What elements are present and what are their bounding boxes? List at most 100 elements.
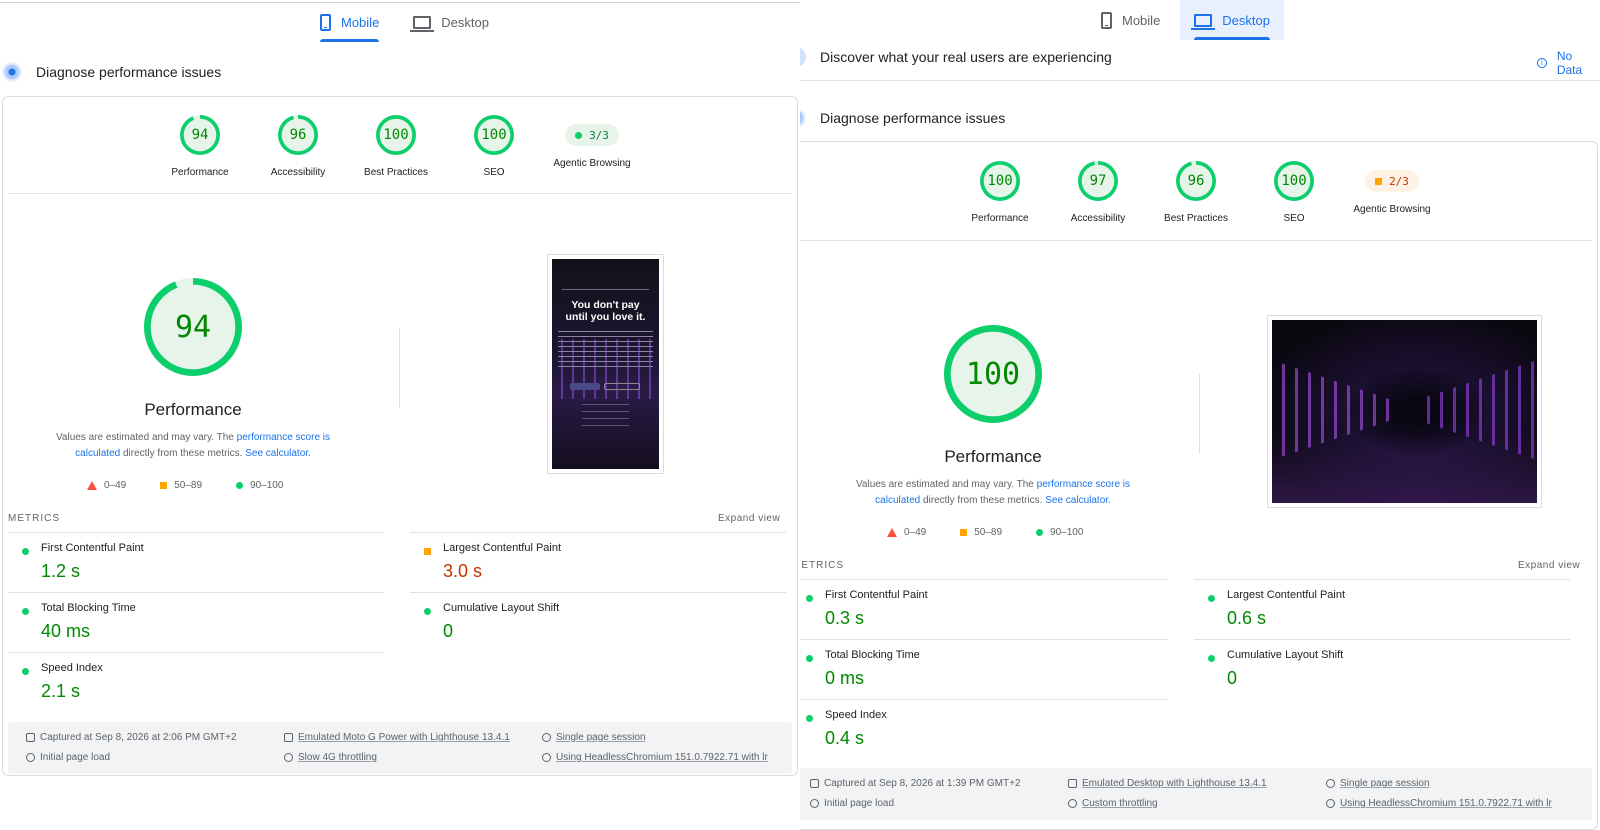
device-tabs: Mobile Desktop [306,2,503,42]
expand-view-toggle[interactable]: Expand view [1518,560,1580,571]
legend-text: 50–89 [174,480,203,491]
footer-session[interactable]: Single page session [1326,778,1430,789]
session-icon [542,733,551,742]
footer-link[interactable]: Custom throttling [1082,798,1158,809]
gauge-label: Accessibility [270,167,326,178]
metrics-header: METRICS [8,513,60,524]
footer-link[interactable]: Emulated Moto G Power with Lighthouse 13… [298,732,510,743]
desc-text: directly from these metrics. [120,448,246,459]
divider [399,328,400,408]
good-circle-icon [236,482,244,489]
desc-text: directly from these metrics. [920,495,1046,506]
good-circle-icon [1208,655,1215,662]
gauge-seo[interactable]: 100 SEO [445,115,543,178]
legend-average: 50–89 [160,480,202,491]
metric-label: Speed Index [825,709,887,721]
score-ring: 94 [180,115,220,155]
gauge-agentic-browsing[interactable]: 3/3 Agentic Browsing [543,115,641,178]
footer-link[interactable]: Single page session [556,732,646,743]
legend-poor: 0–49 [87,480,126,491]
crux-icon [800,47,806,67]
metric-speed-index: Speed Index 0.4 s [800,699,1168,757]
metric-label: Cumulative Layout Shift [443,602,560,614]
performance-title: Performance [144,400,242,419]
tab-label: Mobile [1122,12,1161,28]
gauge-performance[interactable]: 94 Performance [151,115,249,178]
info-icon: i [1537,58,1547,68]
timer-icon [26,753,35,762]
gauge-label: Best Practices [1164,213,1228,224]
score-ring: 100 [474,115,514,155]
divider [8,592,384,593]
footer-link[interactable]: Using HeadlessChromium 151.0.7922.71 wit… [556,752,768,763]
phone-icon [1101,11,1112,29]
tab-desktop[interactable]: Desktop [1180,0,1284,40]
final-screenshot[interactable]: You don't pay until you love it. [547,254,664,474]
divider [8,193,792,194]
footer-text: Initial page load [824,798,895,809]
divider [8,652,384,653]
no-data-indicator[interactable]: i No Data [1537,49,1600,77]
discover-section-title: Discover what your real users are experi… [800,47,1112,67]
final-screenshot[interactable] [1267,315,1542,508]
legend-text: 90–100 [250,480,284,491]
divider [8,532,384,533]
session-icon [1326,779,1335,788]
mobile-report-panel: Mobile Desktop Diagnose performance issu… [0,0,800,830]
footer-text: Captured at Sep 8, 2026 at 1:39 PM GMT+2 [824,778,1021,789]
calculator-link[interactable]: See calculator. [1045,495,1111,506]
metrics-header: METRICS [800,560,844,571]
tab-mobile[interactable]: Mobile [1087,0,1174,40]
metric-label: Total Blocking Time [41,602,136,614]
good-circle-icon [22,668,29,675]
section-heading: Diagnose performance issues [36,64,222,80]
gauge-accessibility[interactable]: 97 Accessibility [1049,161,1147,224]
metric-value: 2.1 s [41,681,81,701]
runtime-settings-footer: Captured at Sep 8, 2026 at 1:39 PM GMT+2… [800,768,1592,820]
footer-link[interactable]: Single page session [1340,778,1430,789]
score-legend: 0–49 50–89 90–100 [87,480,317,491]
wifi-icon [284,753,293,762]
expand-view-toggle[interactable]: Expand view [718,513,780,524]
devices-icon [284,733,293,742]
footer-link[interactable]: Slow 4G throttling [298,752,377,763]
gauge-seo[interactable]: 100 SEO [1245,161,1343,224]
gauge-performance[interactable]: 100 Performance [951,161,1049,224]
good-circle-icon [806,715,813,722]
gauge-best-practices[interactable]: 96 Best Practices [1147,161,1245,224]
score-ring: 96 [1176,161,1216,201]
divider [800,699,1168,700]
mobile-screenshot-image: You don't pay until you love it. [552,259,659,469]
tab-mobile[interactable]: Mobile [306,2,393,42]
calendar-icon [810,779,819,788]
footer-emulated[interactable]: Emulated Moto G Power with Lighthouse 13… [284,732,510,743]
footer-link[interactable]: Using HeadlessChromium 151.0.7922.71 wit… [1340,798,1552,809]
legend-poor: 0–49 [887,527,926,538]
gauge-agentic-browsing[interactable]: 2/3 Agentic Browsing [1343,161,1441,224]
metric-lcp: Largest Contentful Paint 3.0 s [410,532,786,590]
legend-text: 90–100 [1050,527,1084,538]
legend-good: 90–100 [236,480,283,491]
legend-text: 0–49 [104,480,127,491]
footer-emulated[interactable]: Emulated Desktop with Lighthouse 13.4.1 [1068,778,1267,789]
calendar-icon [26,733,35,742]
good-circle-icon [1036,529,1044,536]
gauge-label: Performance [971,213,1029,224]
footer-browser[interactable]: Using HeadlessChromium 151.0.7922.71 wit… [542,752,768,763]
pass-dot-icon [575,131,583,139]
gauge-best-practices[interactable]: 100 Best Practices [347,115,445,178]
chrome-icon [1326,799,1335,808]
calculator-link[interactable]: See calculator. [245,448,311,459]
footer-throttling[interactable]: Slow 4G throttling [284,752,377,763]
footer-browser[interactable]: Using HeadlessChromium 151.0.7922.71 wit… [1326,798,1552,809]
footer-link[interactable]: Emulated Desktop with Lighthouse 13.4.1 [1082,778,1267,789]
divider [410,532,786,533]
gauge-accessibility[interactable]: 96 Accessibility [249,115,347,178]
footer-session[interactable]: Single page session [542,732,646,743]
tab-desktop[interactable]: Desktop [399,2,503,42]
footer-throttling[interactable]: Custom throttling [1068,798,1158,809]
poor-triangle-icon [87,481,97,490]
poor-triangle-icon [887,528,897,537]
screenshot-paragraph [558,331,653,371]
footer-text: Captured at Sep 8, 2026 at 2:06 PM GMT+2 [40,732,237,743]
